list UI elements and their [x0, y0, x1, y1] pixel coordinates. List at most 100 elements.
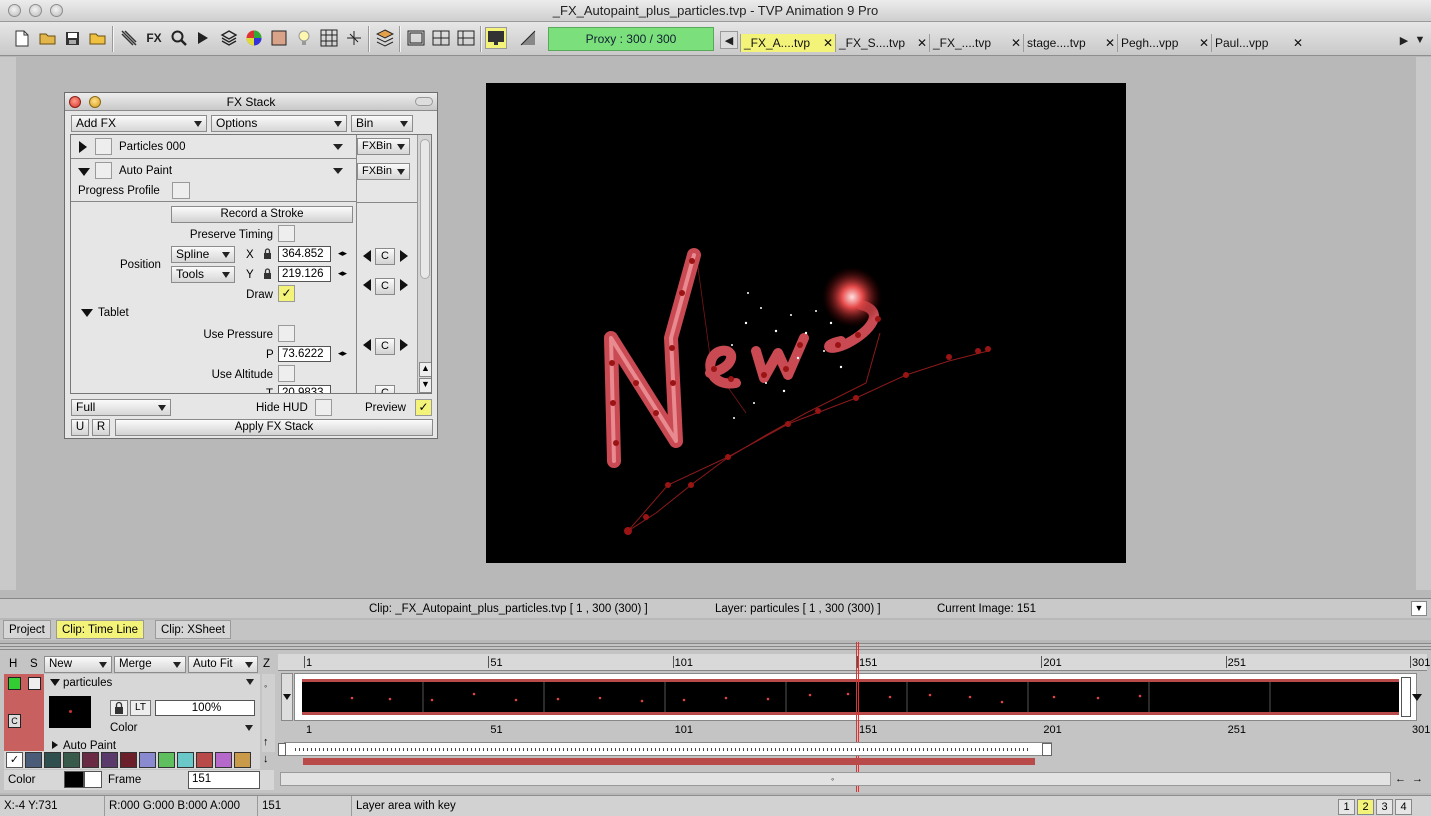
draw-c-button[interactable]: C: [375, 278, 395, 295]
page-4-button[interactable]: 4: [1395, 799, 1412, 815]
swatch-6[interactable]: [120, 752, 137, 768]
use-altitude-checkbox[interactable]: [278, 365, 295, 382]
fx-enable-checkbox[interactable]: [95, 138, 112, 155]
close-tab-icon[interactable]: ✕: [1199, 34, 1209, 52]
close-tab-icon[interactable]: ✕: [1105, 34, 1115, 52]
hide-hud-checkbox[interactable]: [315, 399, 332, 416]
next-key-icon[interactable]: [400, 279, 408, 291]
secondary-color-swatch[interactable]: [84, 771, 102, 788]
status-menu-icon[interactable]: ▼: [1411, 601, 1427, 616]
next-key-icon[interactable]: [400, 339, 408, 351]
swatch-4[interactable]: [82, 752, 99, 768]
layer-scroll-up-icon[interactable]: ↑: [263, 736, 269, 748]
swatch-8[interactable]: [158, 752, 175, 768]
fxbin-dropdown[interactable]: FXBin: [357, 163, 410, 180]
close-tab-icon[interactable]: ✕: [917, 34, 927, 52]
track-menu-arrow-icon[interactable]: [1412, 694, 1422, 701]
doc-tab[interactable]: Pegh...vpp ✕: [1117, 34, 1211, 52]
p-value-field[interactable]: 73.6222: [278, 346, 331, 362]
doc-tab-active[interactable]: _FX_A....tvp ✕: [740, 34, 835, 52]
close-tab-icon[interactable]: ✕: [1293, 34, 1303, 52]
y-value-field[interactable]: 219.126: [278, 266, 331, 282]
grid-icon[interactable]: [318, 27, 340, 49]
zoom-window-button[interactable]: [50, 4, 63, 17]
open-folder-icon[interactable]: [36, 27, 58, 49]
tab-scroll-left-icon[interactable]: ◀: [720, 31, 738, 49]
new-file-icon[interactable]: [11, 27, 33, 49]
fx-item-auto-paint[interactable]: Auto Paint Progress Profile: [71, 159, 356, 202]
timeline-grip[interactable]: [0, 644, 1431, 652]
t-value-field[interactable]: 20.9833: [278, 385, 331, 393]
swatch-none[interactable]: ✓: [6, 752, 23, 768]
layer-solo-toggle[interactable]: [28, 677, 41, 690]
blend-mode-arrow-icon[interactable]: [245, 725, 253, 731]
quad-view-icon[interactable]: [430, 27, 452, 49]
auto-paint-expand-icon[interactable]: [52, 741, 58, 749]
layer-opacity-field[interactable]: 100%: [155, 700, 255, 716]
record-stroke-button[interactable]: Record a Stroke: [171, 206, 353, 223]
y-spin-arrows-icon[interactable]: ◂▸: [338, 268, 347, 279]
position-c-button[interactable]: C: [375, 248, 395, 265]
doc-tab[interactable]: stage....tvp ✕: [1023, 34, 1117, 52]
tools-dropdown[interactable]: Tools: [171, 266, 235, 283]
swatch-12[interactable]: [234, 752, 251, 768]
tab-list-icon[interactable]: ▼: [1412, 31, 1428, 49]
color-wheel-icon[interactable]: [243, 27, 265, 49]
progress-profile-button[interactable]: [172, 182, 190, 199]
swatch-11[interactable]: [215, 752, 232, 768]
fx-collapse-button[interactable]: [415, 97, 433, 106]
merge-dropdown[interactable]: Merge: [114, 656, 186, 673]
add-fx-dropdown[interactable]: Add FX: [71, 115, 207, 132]
swatch-9[interactable]: [177, 752, 194, 768]
hscroll-right-icon[interactable]: →: [1412, 773, 1423, 785]
x-value-field[interactable]: 364.852: [278, 246, 331, 262]
light-bulb-icon[interactable]: [293, 27, 315, 49]
fx-scroll-thumb[interactable]: [420, 139, 430, 279]
layer-blend-mode[interactable]: Color: [110, 721, 137, 735]
t-c-button[interactable]: C: [375, 385, 395, 393]
redo-r-button[interactable]: R: [92, 419, 110, 436]
tablet-collapse-arrow-icon[interactable]: [81, 309, 93, 317]
display-monitor-icon[interactable]: [485, 27, 507, 49]
layer-collapse-arrow-icon[interactable]: [50, 679, 60, 686]
fx-minimize-button[interactable]: [89, 96, 101, 108]
rulers-icon[interactable]: [343, 27, 365, 49]
tab-scroll-right-icon[interactable]: ▶: [1396, 31, 1412, 49]
bin-dropdown[interactable]: Bin: [351, 115, 413, 132]
second-layer-strip[interactable]: [303, 758, 1035, 765]
render-mode-dropdown[interactable]: Full: [71, 399, 171, 416]
swatch-1[interactable]: [25, 752, 42, 768]
minimize-window-button[interactable]: [29, 4, 42, 17]
layer-color-c-button[interactable]: C: [8, 714, 21, 728]
fx-scrollbar[interactable]: ▲ ▼: [417, 135, 431, 393]
close-window-button[interactable]: [8, 4, 21, 17]
layer-scroll-knob-icon[interactable]: ◦: [264, 681, 267, 691]
p-spin-arrows-icon[interactable]: ◂▸: [338, 348, 347, 359]
paper-icon[interactable]: [268, 27, 290, 49]
timeline-hscrollbar[interactable]: ◦: [280, 772, 1391, 786]
prev-key-icon[interactable]: [363, 339, 371, 351]
layer-lock-icon[interactable]: [110, 700, 128, 716]
zoom-magnifier-icon[interactable]: [168, 27, 190, 49]
primary-color-swatch[interactable]: [64, 771, 84, 788]
brush-tools-icon[interactable]: [118, 27, 140, 49]
scrubber-left-handle[interactable]: [278, 743, 286, 756]
undo-u-button[interactable]: U: [71, 419, 89, 436]
tab-project[interactable]: Project: [3, 620, 51, 639]
draw-checkbox[interactable]: ✓: [278, 285, 295, 302]
prev-key-icon[interactable]: [363, 279, 371, 291]
fx-menu-arrow-icon[interactable]: [333, 168, 343, 174]
lock-icon[interactable]: [263, 248, 272, 262]
track-menu[interactable]: [1408, 673, 1427, 721]
frame-scrubber[interactable]: [284, 742, 1052, 756]
instance-strip[interactable]: [302, 679, 1399, 715]
p-c-button[interactable]: C: [375, 338, 395, 355]
proxy-indicator[interactable]: Proxy : 300 / 300: [548, 27, 714, 51]
auto-fit-dropdown[interactable]: Auto Fit: [188, 656, 258, 673]
hscroll-knob-icon[interactable]: ◦: [831, 774, 834, 784]
page-2-button[interactable]: 2: [1357, 799, 1374, 815]
layer-scroll[interactable]: ◦ ↑: [262, 674, 275, 752]
doc-tab[interactable]: _FX_....tvp ✕: [929, 34, 1023, 52]
page-1-button[interactable]: 1: [1338, 799, 1355, 815]
play-icon[interactable]: [192, 27, 214, 49]
